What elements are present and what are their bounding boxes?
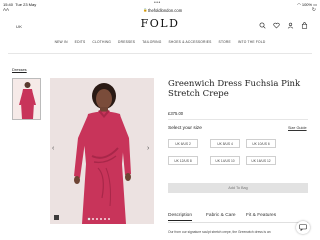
- size-option-uk12[interactable]: UK 12/US 8: [168, 156, 198, 165]
- price-divider: [168, 119, 308, 120]
- bag-icon[interactable]: [301, 22, 308, 29]
- add-to-bag-button[interactable]: Add To Bag: [168, 183, 308, 193]
- main-nav: NEW IN EDITS CLOTHING DRESSES TAILORING …: [0, 40, 320, 44]
- url-text[interactable]: thefoldlondon.com: [148, 8, 182, 13]
- product-info-tabs: Description Fabric & Care Fit & Features: [168, 213, 308, 223]
- multitask-dots[interactable]: •••: [154, 0, 161, 6]
- nav-edits[interactable]: EDITS: [75, 40, 86, 44]
- image-pagination: [88, 218, 110, 220]
- nav-shoes-accessories[interactable]: SHOES & ACCESSORIES: [169, 40, 212, 44]
- text-size-button[interactable]: AA: [3, 7, 9, 12]
- product-description: Our from our signature sculpt stretch cr…: [168, 230, 271, 234]
- size-option-uk6[interactable]: UK 6/US 2: [168, 139, 198, 148]
- size-option-uk14[interactable]: UK 14/US 10: [210, 156, 240, 165]
- nav-clothing[interactable]: CLOTHING: [92, 40, 111, 44]
- size-option-uk16[interactable]: UK 16/US 12: [246, 156, 276, 165]
- pagination-dot[interactable]: [96, 218, 98, 220]
- product-price: £375.00: [168, 111, 184, 116]
- product-main-image[interactable]: [50, 78, 154, 224]
- address-bar[interactable]: AA 🔒 thefoldlondon.com ↻: [0, 7, 320, 14]
- search-icon[interactable]: [259, 22, 266, 29]
- pagination-dot[interactable]: [104, 218, 106, 220]
- prev-image-chevron-left-icon[interactable]: ‹: [52, 145, 54, 152]
- zoom-icon[interactable]: [54, 215, 59, 220]
- nav-store[interactable]: STORE: [219, 40, 231, 44]
- size-option-uk10[interactable]: UK 10/US 6: [246, 139, 276, 148]
- account-icon[interactable]: [287, 22, 294, 29]
- tab-description[interactable]: Description: [168, 213, 192, 221]
- lock-icon: 🔒: [143, 8, 148, 12]
- pagination-dot[interactable]: [108, 218, 110, 220]
- refresh-icon[interactable]: ↻: [312, 7, 316, 13]
- pagination-dot[interactable]: [100, 218, 102, 220]
- locale-selector[interactable]: UK: [16, 24, 22, 29]
- site-logo[interactable]: FOLD: [140, 17, 180, 30]
- size-guide-link[interactable]: Size Guide: [288, 126, 307, 130]
- nav-new-in[interactable]: NEW IN: [55, 40, 68, 44]
- nav-dresses[interactable]: DRESSES: [118, 40, 135, 44]
- size-label: Select your size: [168, 126, 202, 131]
- pagination-dot[interactable]: [88, 218, 90, 220]
- next-image-chevron-right-icon[interactable]: ›: [147, 145, 149, 152]
- product-thumbnail[interactable]: [12, 78, 41, 120]
- tab-fabric-care[interactable]: Fabric & Care: [206, 213, 236, 218]
- chat-bubble-icon[interactable]: [296, 221, 310, 234]
- tab-fit-features[interactable]: Fit & Features: [246, 213, 276, 218]
- nav-into-the-fold[interactable]: INTO THE FOLD: [238, 40, 266, 44]
- header-icons: [259, 22, 308, 29]
- size-option-uk8[interactable]: UK 8/US 4: [210, 139, 240, 148]
- header-divider: [8, 53, 312, 54]
- product-title: Greenwich Dress Fuchsia Pink Stretch Cre…: [168, 79, 301, 99]
- nav-tailoring[interactable]: TAILORING: [142, 40, 161, 44]
- wishlist-heart-icon[interactable]: [273, 22, 280, 29]
- pagination-dot[interactable]: [92, 218, 94, 220]
- breadcrumb[interactable]: Dresses: [12, 67, 27, 72]
